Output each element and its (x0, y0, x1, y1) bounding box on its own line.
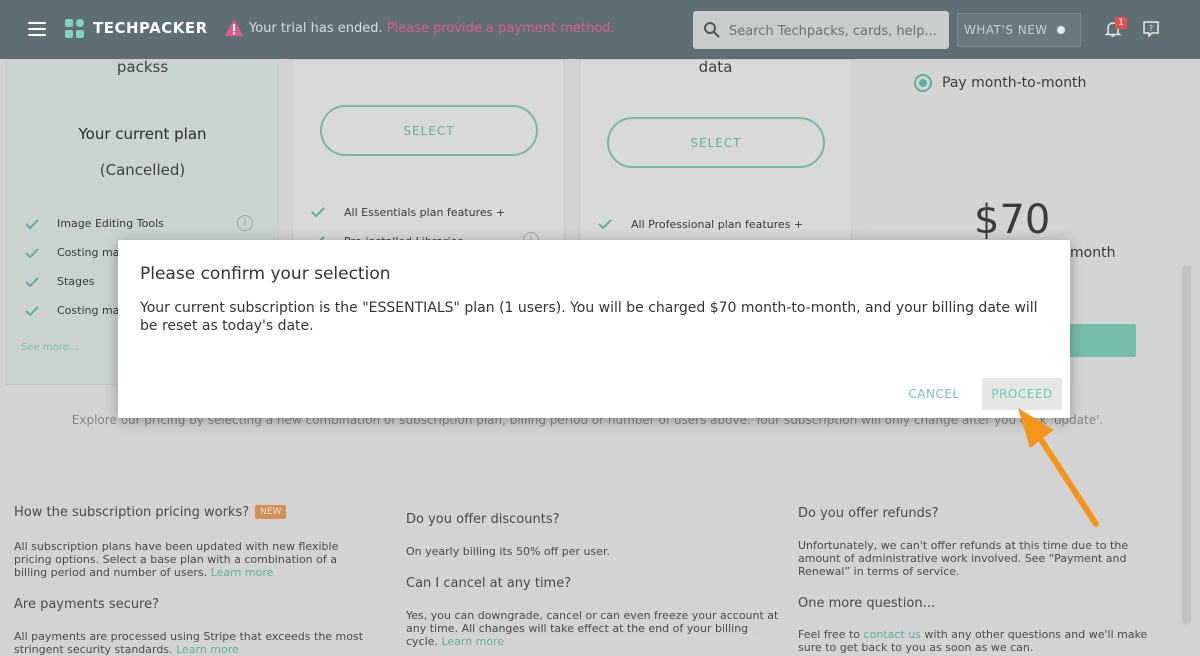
cancel-button[interactable]: CANCEL (898, 379, 970, 409)
dialog-message: Your current subscription is the "ESSENT… (140, 300, 1038, 334)
payment-method-link[interactable]: Please provide a payment method. (387, 21, 615, 36)
svg-text:?: ? (1149, 24, 1153, 33)
page: TECHPACKER Your trial has ended. Please … (0, 0, 1200, 656)
search-input[interactable] (727, 20, 941, 42)
whats-new-button[interactable]: WHAT'S NEW (957, 13, 1081, 47)
trial-message: Your trial has ended. Please provide a p… (249, 21, 615, 36)
dialog-title: Please confirm your selection (140, 264, 391, 284)
scrollbar[interactable] (1182, 265, 1191, 625)
trial-ended-text: Your trial has ended. (249, 21, 383, 36)
logo-text[interactable]: TECHPACKER (93, 19, 208, 37)
help-chat-icon[interactable]: ? (1142, 20, 1160, 38)
whats-new-dot-icon (1057, 26, 1065, 34)
search-icon (704, 22, 720, 38)
top-bar: TECHPACKER Your trial has ended. Please … (0, 0, 1200, 59)
hamburger-menu-icon[interactable] (28, 22, 46, 36)
annotation-arrow-icon (1018, 408, 1099, 527)
whats-new-label: WHAT'S NEW (964, 23, 1048, 37)
search-box[interactable] (693, 11, 949, 49)
notification-badge: 1 (1115, 17, 1127, 29)
techpacker-logo-icon[interactable] (65, 19, 85, 39)
warning-icon (225, 19, 243, 36)
confirm-dialog: Please confirm your selection Your curre… (118, 240, 1070, 418)
